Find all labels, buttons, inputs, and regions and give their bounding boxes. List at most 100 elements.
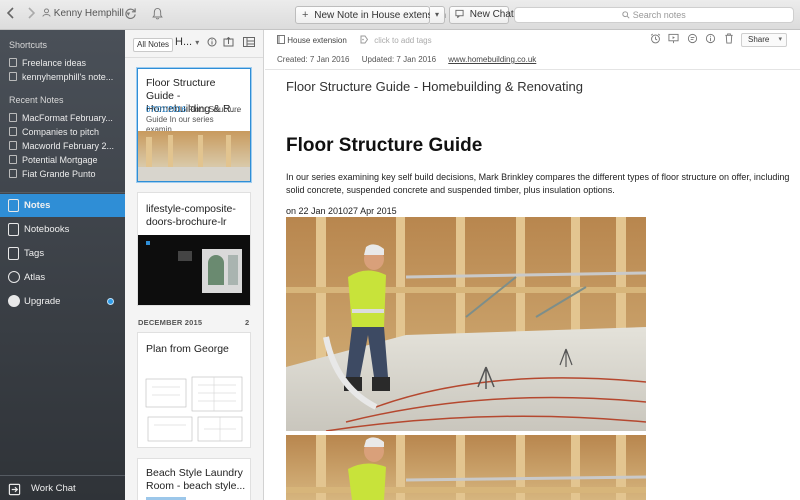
chevron-right-icon[interactable]: [26, 7, 36, 23]
sidebar-item-notebooks[interactable]: Notebooks: [0, 218, 125, 241]
notebook-icon: [8, 223, 19, 236]
sidebar-item-atlas[interactable]: Atlas: [0, 266, 125, 289]
account-menu[interactable]: Kenny Hemphill ▾: [42, 8, 130, 19]
user-icon: [42, 8, 54, 19]
notebook-selector[interactable]: H... ▾: [175, 36, 199, 48]
note-date-line: on 22 Jan 201027 Apr 2015: [286, 206, 397, 216]
note-icon: [9, 169, 17, 178]
search-icon: [622, 10, 633, 20]
share-label: Share: [748, 35, 770, 44]
view-options-icon[interactable]: [243, 37, 255, 50]
note-paragraph: In our series examining key self build d…: [286, 172, 790, 195]
sidebar-item-label: Atlas: [24, 272, 46, 283]
globe-icon: [8, 271, 20, 283]
chevron-left-icon[interactable]: [6, 7, 16, 23]
share-notebook-icon[interactable]: [223, 36, 234, 50]
chevron-down-icon: ▾: [434, 10, 439, 19]
sidebar-divider: [0, 192, 125, 193]
note-icon: [9, 58, 17, 67]
tag-icon: [8, 247, 19, 260]
recent-note-item[interactable]: Companies to pitch: [9, 127, 121, 137]
new-note-dropdown[interactable]: ▾: [430, 6, 445, 24]
editor-divider: [265, 69, 800, 70]
editor-scrollbar[interactable]: [789, 70, 797, 500]
sidebar-item-label: Tags: [24, 248, 45, 259]
note-card[interactable]: lifestyle-composite-doors-brochure-lr: [137, 192, 251, 306]
chevron-down-icon: ▾: [778, 36, 782, 43]
recent-note-label: Companies to pitch: [22, 127, 100, 137]
recent-note-label: Fiat Grande Punto: [22, 169, 96, 179]
note-title[interactable]: Floor Structure Guide - Homebuilding & R…: [286, 79, 583, 94]
tag-input[interactable]: click to add tags: [360, 35, 432, 45]
note-list-header: All Notes H... ▾: [125, 30, 263, 58]
notebook-name: House extension: [287, 36, 347, 45]
note-card-thumbnail: [144, 373, 246, 445]
note-icon: [9, 113, 17, 122]
updated-date: Updated: 7 Jan 2016: [361, 55, 437, 64]
sidebar-item-label: Notebooks: [24, 224, 70, 235]
recent-note-item[interactable]: Potential Mortgage: [9, 155, 121, 165]
note-card[interactable]: Beach Style Laundry Room - beach style..…: [137, 458, 251, 500]
sidebar-item-notes[interactable]: Notes: [0, 194, 125, 217]
bell-icon[interactable]: [151, 7, 163, 23]
presentation-icon[interactable]: [667, 33, 679, 45]
new-chat-button[interactable]: New Chat: [449, 6, 514, 24]
new-note-button[interactable]: + New Note in House extension: [295, 6, 446, 24]
notebook-picker[interactable]: House extension: [277, 35, 347, 45]
recent-note-item[interactable]: Fiat Grande Punto: [9, 169, 121, 179]
note-list: All Notes H... ▾ Floor Structure Guide -…: [125, 30, 264, 500]
all-notes-filter[interactable]: All Notes: [133, 38, 174, 52]
shortcut-label: Freelance ideas: [22, 58, 87, 68]
note-card-title: Plan from George: [146, 343, 229, 355]
notebook-icon: [277, 35, 287, 45]
tag-icon: [360, 35, 370, 45]
source-url-link[interactable]: www.homebuilding.co.uk: [448, 55, 536, 64]
note-icon: [9, 155, 17, 164]
note-card[interactable]: Plan from George: [137, 332, 251, 448]
notes-icon: [8, 199, 19, 212]
shortcuts-header: Shortcuts: [9, 40, 48, 50]
shortcut-label: kennyhemphill's note...: [22, 72, 114, 82]
note-card-selected[interactable]: Floor Structure Guide - Homebuilding & R…: [137, 68, 251, 182]
info-icon[interactable]: [207, 37, 217, 50]
work-chat-button[interactable]: Work Chat: [0, 477, 125, 500]
group-count: 2: [245, 318, 250, 327]
sidebar-item-upgrade[interactable]: Upgrade: [0, 290, 125, 313]
group-header: DECEMBER 2015: [138, 318, 203, 327]
note-editor: House extension click to add tags Share …: [265, 30, 800, 500]
shortcut-item[interactable]: kennyhemphill's note...: [9, 72, 121, 82]
sync-icon[interactable]: [123, 7, 137, 23]
upgrade-icon: [8, 295, 20, 307]
note-card-thumbnail: [138, 131, 250, 181]
trash-icon[interactable]: [723, 33, 735, 45]
share-button[interactable]: Share ▾: [741, 33, 787, 47]
sidebar-item-tags[interactable]: Tags: [0, 242, 125, 265]
recent-note-item[interactable]: Macworld February 2...: [9, 141, 121, 151]
notebook-abbrev: H...: [175, 36, 193, 48]
chat-icon: [455, 9, 467, 20]
recent-note-item[interactable]: MacFormat February...: [9, 113, 121, 123]
note-card-date: 07/01/2016: [146, 105, 187, 114]
search-placeholder: Search notes: [632, 10, 686, 20]
work-chat-label: Work Chat: [31, 483, 76, 494]
note-card-title: lifestyle-composite-doors-brochure-lr: [146, 203, 236, 228]
note-card-thumbnail: [138, 235, 250, 305]
note-icon: [9, 141, 17, 150]
note-heading: Floor Structure Guide: [286, 135, 483, 156]
user-name: Kenny Hemphill: [53, 8, 124, 19]
alarm-icon[interactable]: [649, 33, 661, 45]
tags-placeholder: click to add tags: [374, 36, 432, 45]
chat-icon[interactable]: [686, 33, 698, 45]
created-date: Created: 7 Jan 2016: [277, 55, 350, 64]
note-card-title: Beach Style Laundry Room - beach style..…: [146, 467, 246, 492]
new-chat-label: New Chat: [469, 9, 514, 20]
note-image: [286, 217, 646, 431]
chevron-down-icon: ▾: [195, 38, 200, 47]
shortcut-item[interactable]: Freelance ideas: [9, 58, 121, 68]
search-input[interactable]: Search notes: [514, 7, 794, 23]
note-image: [286, 435, 646, 500]
info-icon[interactable]: [704, 33, 716, 45]
recent-note-label: Macworld February 2...: [22, 141, 115, 151]
note-info-bar: Created: 7 Jan 2016 Updated: 7 Jan 2016 …: [277, 55, 546, 64]
note-icon: [9, 72, 17, 81]
